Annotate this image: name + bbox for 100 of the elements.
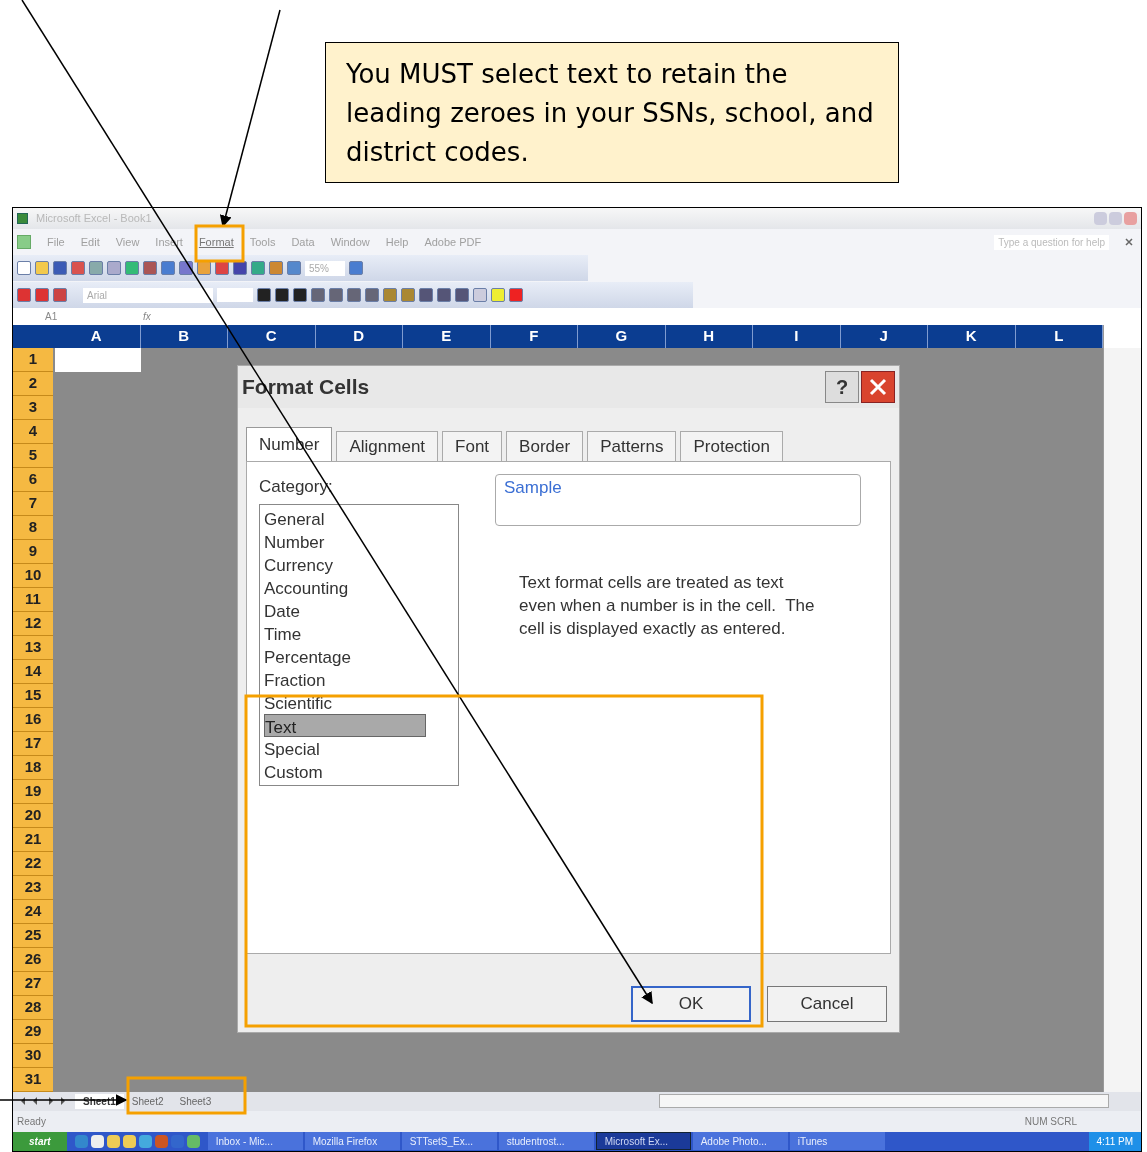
category-list[interactable]: General Number Currency Accounting Date Time Percentage Fraction Scientific Text Special Custom xyxy=(259,503,459,786)
cancel-button[interactable]: Cancel xyxy=(767,986,887,1022)
row-header[interactable]: 11 xyxy=(13,587,53,612)
row-header[interactable]: 28 xyxy=(13,995,53,1020)
category-item[interactable]: General xyxy=(264,506,454,530)
quick-launch-icon[interactable] xyxy=(138,1134,152,1148)
toolbar-icon[interactable] xyxy=(17,261,31,275)
row-header[interactable]: 22 xyxy=(13,851,53,876)
status-indicator: NUM SCRL xyxy=(1024,1114,1077,1129)
row-header[interactable]: 27 xyxy=(13,971,53,996)
row-header[interactable]: 5 xyxy=(13,443,53,468)
row-header[interactable]: 9 xyxy=(13,539,53,564)
horizontal-scrollbar[interactable] xyxy=(659,1094,1109,1109)
quick-launch-icon[interactable] xyxy=(186,1134,200,1148)
column-header[interactable]: D xyxy=(315,325,403,348)
toolbar-icon[interactable] xyxy=(275,288,289,302)
ok-button[interactable]: OK xyxy=(631,986,751,1022)
row-header[interactable]: 8 xyxy=(13,515,53,540)
row-header[interactable]: 13 xyxy=(13,635,53,660)
column-header[interactable]: E xyxy=(403,325,491,348)
close-button[interactable] xyxy=(861,371,895,403)
category-item[interactable]: Percentage xyxy=(264,644,454,668)
row-header[interactable]: 23 xyxy=(13,875,53,900)
row-header[interactable]: 6 xyxy=(13,467,53,492)
row-header[interactable]: 30 xyxy=(13,1043,53,1068)
callout-text: You MUST select text to retain the leading zeroes in your SSNs, school, and district codes. xyxy=(346,58,875,169)
row-header[interactable]: 3 xyxy=(13,395,53,420)
category-item[interactable]: Time xyxy=(264,621,454,645)
row-header[interactable]: 21 xyxy=(13,827,53,852)
category-item[interactable]: Number xyxy=(264,529,454,553)
column-header[interactable]: C xyxy=(228,325,316,348)
column-header[interactable]: H xyxy=(665,325,753,348)
taskbar-button[interactable]: Mozilla Firefox xyxy=(304,1132,400,1151)
row-header[interactable]: 18 xyxy=(13,755,53,780)
sample-label: Sample xyxy=(504,478,562,497)
column-header[interactable]: A xyxy=(53,325,141,348)
category-item[interactable]: Fraction xyxy=(264,667,454,691)
dialog-tab[interactable]: Alignment xyxy=(336,431,439,461)
row-header[interactable]: 29 xyxy=(13,1019,53,1044)
row-header[interactable]: 31 xyxy=(13,1067,53,1092)
category-item[interactable]: Currency xyxy=(264,552,454,576)
row-header[interactable]: 14 xyxy=(13,659,53,684)
row-header[interactable]: 12 xyxy=(13,611,53,636)
document-icon[interactable] xyxy=(17,235,31,249)
maximize-icon[interactable] xyxy=(1109,212,1122,225)
column-header[interactable]: I xyxy=(753,325,841,348)
column-header[interactable]: K xyxy=(928,325,1016,348)
row-header[interactable]: 7 xyxy=(13,491,53,516)
row-header[interactable]: 24 xyxy=(13,899,53,924)
dialog-tab[interactable]: Patterns xyxy=(587,431,677,461)
row-header[interactable]: 1 xyxy=(13,347,53,372)
description-text: Text format cells are treated as text even when a number is in the cell. The cell is displayed exactly as entered. xyxy=(519,572,816,640)
dialog-tab[interactable]: Font xyxy=(442,431,503,461)
category-item[interactable]: Accounting xyxy=(264,575,454,599)
toolbar-icon[interactable] xyxy=(293,288,307,302)
column-header[interactable]: G xyxy=(578,325,666,348)
row-header[interactable]: 19 xyxy=(13,779,53,804)
help-button[interactable]: ? xyxy=(825,371,859,403)
dialog-tab[interactable]: Border xyxy=(506,431,584,461)
vertical-scrollbar[interactable] xyxy=(1103,347,1141,1092)
category-item[interactable]: Scientific xyxy=(264,690,454,714)
sheet-tab[interactable]: Sheet2 xyxy=(123,1093,172,1109)
category-item[interactable]: Custom xyxy=(264,759,454,783)
minimize-icon[interactable] xyxy=(1094,212,1107,225)
category-item[interactable]: Date xyxy=(264,598,454,622)
column-header[interactable]: F xyxy=(490,325,578,348)
row-header[interactable]: 2 xyxy=(13,371,53,396)
close-icon[interactable] xyxy=(1125,238,1133,246)
window-title: Microsoft Excel - Book1 xyxy=(36,211,152,227)
quick-launch-icon[interactable] xyxy=(122,1134,136,1148)
row-header[interactable]: 17 xyxy=(13,731,53,756)
row-header[interactable]: 4 xyxy=(13,419,53,444)
taskbar-button[interactable]: Adobe Photo... xyxy=(692,1132,788,1151)
category-item[interactable]: Text xyxy=(264,713,426,737)
taskbar-button[interactable]: Inbox - Mic... xyxy=(207,1132,303,1151)
close-icon xyxy=(869,378,887,396)
row-header[interactable]: 16 xyxy=(13,707,53,732)
category-item[interactable]: Special xyxy=(264,736,454,760)
taskbar-button[interactable]: iTunes xyxy=(789,1132,885,1151)
column-header[interactable]: B xyxy=(140,325,228,348)
selected-cell[interactable] xyxy=(55,347,141,372)
taskbar-button[interactable]: Microsoft Ex... xyxy=(595,1132,691,1151)
font-size-field[interactable] xyxy=(217,288,253,302)
quick-launch-icon[interactable] xyxy=(106,1134,120,1148)
dialog-tab[interactable]: Protection xyxy=(680,431,783,461)
taskbar-button[interactable]: studentrost... xyxy=(498,1132,594,1151)
row-header[interactable]: 26 xyxy=(13,947,53,972)
row-header[interactable]: 15 xyxy=(13,683,53,708)
toolbar-icon[interactable] xyxy=(257,288,271,302)
row-header[interactable]: 25 xyxy=(13,923,53,948)
row-header[interactable]: 20 xyxy=(13,803,53,828)
sheet-tab[interactable]: Sheet3 xyxy=(171,1093,220,1109)
taskbar-button[interactable]: STTsetS_Ex... xyxy=(401,1132,497,1151)
name-box[interactable]: A1 xyxy=(13,309,103,324)
quick-launch-icon[interactable] xyxy=(90,1134,104,1148)
column-header[interactable]: J xyxy=(840,325,928,348)
toolbar-icon[interactable] xyxy=(491,288,505,302)
scroll-arrow-button[interactable] xyxy=(1103,325,1141,348)
toolbar-icon[interactable] xyxy=(179,261,193,275)
row-header[interactable]: 10 xyxy=(13,563,53,588)
